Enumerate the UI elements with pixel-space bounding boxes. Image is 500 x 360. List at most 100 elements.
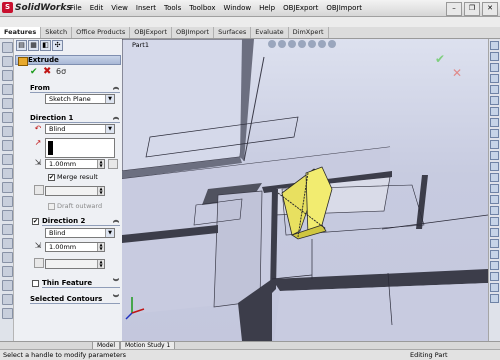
menu-edit[interactable]: Edit <box>86 3 108 15</box>
previous-view-icon[interactable] <box>288 40 296 48</box>
tool-icon[interactable] <box>490 206 499 215</box>
tool-icon[interactable] <box>490 195 499 204</box>
feature-tree-icon[interactable]: ▤ <box>16 40 27 51</box>
draft-angle-button[interactable] <box>34 258 44 268</box>
minimize-icon[interactable]: – <box>446 2 462 16</box>
direction2-draft-input[interactable]: ▲ ▼ <box>45 259 105 269</box>
reverse-direction-icon[interactable]: ↶ <box>33 124 43 134</box>
direction2-depth-input[interactable]: 1.00mm ▲ ▼ <box>45 242 105 252</box>
depth-options-button[interactable] <box>108 159 118 169</box>
merge-result-checkbox[interactable]: ✔ <box>48 174 55 181</box>
expand-icon[interactable]: ︾ <box>113 278 119 288</box>
tool-icon[interactable] <box>490 162 499 171</box>
menu-objexport[interactable]: OBJExport <box>279 3 322 15</box>
tool-icon[interactable] <box>490 261 499 270</box>
from-group-header[interactable]: From ︽ <box>30 83 120 93</box>
draft-outward-checkbox[interactable] <box>48 203 55 210</box>
tab-features[interactable]: Features <box>0 27 42 38</box>
tool-icon[interactable] <box>2 224 13 235</box>
section-view-icon[interactable] <box>298 40 306 48</box>
menu-help[interactable]: Help <box>255 3 279 15</box>
spin-arrows-icon[interactable]: ▲ ▼ <box>97 160 104 168</box>
dimxpert-icon[interactable]: ✣ <box>52 40 63 51</box>
tool-icon[interactable] <box>490 151 499 160</box>
tool-icon[interactable] <box>2 266 13 277</box>
tool-icon[interactable] <box>2 294 13 305</box>
tool-icon[interactable] <box>2 196 13 207</box>
tool-icon[interactable] <box>490 217 499 226</box>
tool-icon[interactable] <box>2 98 13 109</box>
confirmation-ok-icon[interactable]: ✔ <box>435 52 445 66</box>
display-style-icon[interactable] <box>318 40 326 48</box>
tool-icon[interactable] <box>2 210 13 221</box>
tool-icon[interactable] <box>2 140 13 151</box>
draft-angle-input[interactable]: ▲ ▼ <box>45 186 105 196</box>
menu-file[interactable]: File <box>66 3 86 15</box>
tool-icon[interactable] <box>490 140 499 149</box>
view-orientation-icon[interactable] <box>308 40 316 48</box>
tool-icon[interactable] <box>490 184 499 193</box>
custom-properties-icon[interactable] <box>490 107 499 116</box>
menu-tools[interactable]: Tools <box>160 3 185 15</box>
tool-icon[interactable] <box>2 238 13 249</box>
tool-icon[interactable] <box>2 112 13 123</box>
cancel-x-icon[interactable]: ✖ <box>43 66 51 77</box>
tool-icon[interactable] <box>2 308 13 319</box>
zoom-fit-icon[interactable] <box>268 40 276 48</box>
expand-icon[interactable]: ︾ <box>113 294 119 304</box>
close-icon[interactable]: ✕ <box>482 2 498 16</box>
tool-icon[interactable] <box>2 84 13 95</box>
tool-icon[interactable] <box>2 126 13 137</box>
tool-icon[interactable] <box>490 294 499 303</box>
direction2-group-header[interactable]: Direction 2 ︽ <box>42 216 120 226</box>
chevron-down-icon[interactable]: ▼ <box>105 95 114 103</box>
direction1-end-condition-combo[interactable]: Blind ▼ <box>45 124 115 134</box>
menu-window[interactable]: Window <box>219 3 255 15</box>
direction2-checkbox[interactable]: ✔ <box>32 218 39 225</box>
tab-office-products[interactable]: Office Products <box>72 27 131 38</box>
chevron-down-icon[interactable]: ▼ <box>105 229 114 237</box>
tool-icon[interactable] <box>490 173 499 182</box>
spin-arrows-icon[interactable]: ▲ ▼ <box>97 260 104 268</box>
from-combo[interactable]: Sketch Plane ▼ <box>45 94 115 104</box>
tool-icon[interactable] <box>490 283 499 292</box>
tool-icon[interactable] <box>2 56 13 67</box>
tool-icon[interactable] <box>2 280 13 291</box>
direction2-end-condition-combo[interactable]: Blind ▼ <box>45 228 115 238</box>
part-name-label[interactable]: Part1 <box>132 41 149 49</box>
tool-icon[interactable] <box>490 272 499 281</box>
tab-surfaces[interactable]: Surfaces <box>214 27 252 38</box>
menu-toolbox[interactable]: Toolbox <box>185 3 219 15</box>
resources-icon[interactable] <box>490 41 499 50</box>
view-palette-icon[interactable] <box>490 85 499 94</box>
tool-icon[interactable] <box>2 252 13 263</box>
collapse-icon[interactable]: ︽ <box>113 83 119 93</box>
tool-icon[interactable] <box>2 182 13 193</box>
draft-angle-button[interactable] <box>34 185 44 195</box>
tool-icon[interactable] <box>2 168 13 179</box>
tool-icon[interactable] <box>490 239 499 248</box>
collapse-icon[interactable]: ︽ <box>113 113 119 123</box>
ok-check-icon[interactable]: ✔ <box>30 67 38 77</box>
graphics-area[interactable] <box>122 39 488 341</box>
menu-objimport[interactable]: OBJImport <box>322 3 366 15</box>
tool-icon[interactable] <box>2 154 13 165</box>
property-manager-icon[interactable]: ▦ <box>28 40 39 51</box>
hide-show-icon[interactable] <box>328 40 336 48</box>
zoom-area-icon[interactable] <box>278 40 286 48</box>
design-library-icon[interactable] <box>490 52 499 61</box>
appearances-icon[interactable] <box>490 96 499 105</box>
collapse-icon[interactable]: ︽ <box>113 216 119 226</box>
spin-arrows-icon[interactable]: ▲ ▼ <box>97 187 104 195</box>
thin-feature-checkbox[interactable] <box>32 280 39 287</box>
detail-preview-icon[interactable]: 6σ <box>56 67 66 76</box>
tool-icon[interactable] <box>490 250 499 259</box>
tab-evaluate[interactable]: Evaluate <box>251 27 289 38</box>
thin-feature-group-header[interactable]: Thin Feature ︾ <box>42 278 120 288</box>
spin-arrows-icon[interactable]: ▲ ▼ <box>97 243 104 251</box>
configuration-icon[interactable]: ◧ <box>40 40 51 51</box>
tool-icon[interactable] <box>2 42 13 53</box>
tool-icon[interactable] <box>490 118 499 127</box>
confirmation-cancel-icon[interactable]: ✕ <box>452 66 462 80</box>
search-icon[interactable] <box>490 74 499 83</box>
